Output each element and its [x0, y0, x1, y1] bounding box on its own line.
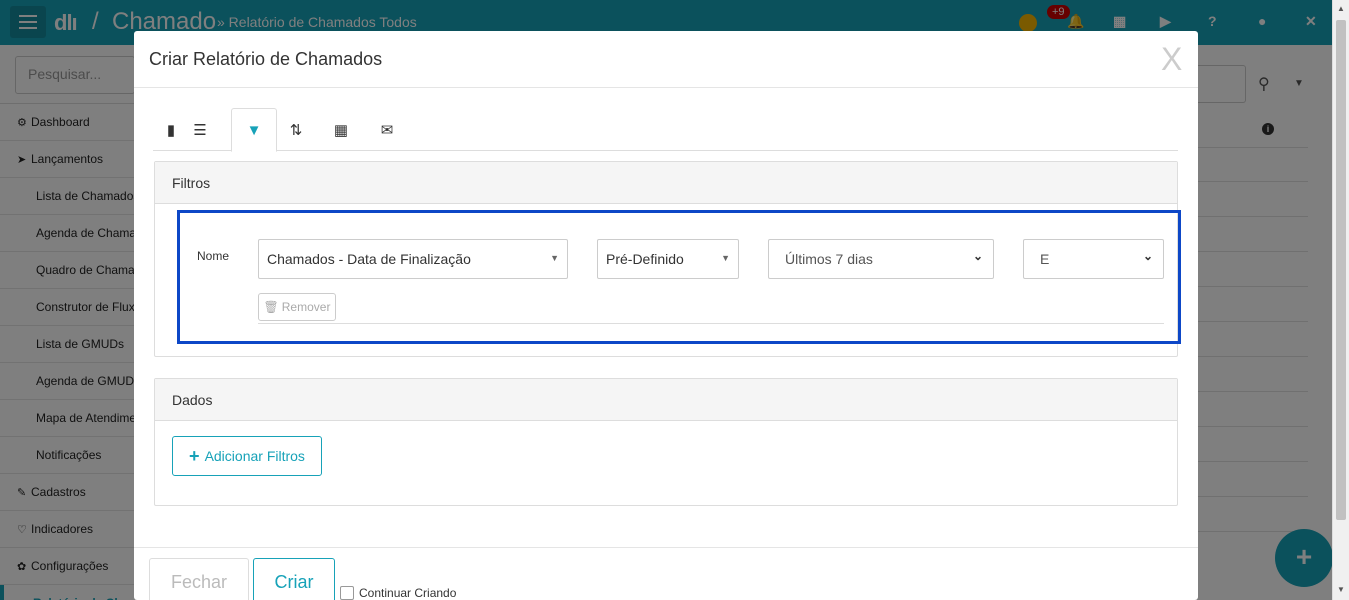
tab-filter[interactable]: ▼: [231, 108, 277, 152]
remove-filter-label: Remover: [281, 300, 331, 314]
filter-mode-select[interactable]: Pré-Definido ▼: [597, 239, 739, 279]
tab-envelope[interactable]: ✉: [369, 108, 405, 151]
create-button[interactable]: Criar: [253, 558, 335, 600]
close-icon[interactable]: X: [1161, 41, 1182, 78]
add-filters-button[interactable]: + Adicionar Filtros: [172, 436, 322, 476]
filter-period-select[interactable]: Últimos 7 dias ⌄: [768, 239, 994, 279]
book-icon: ▮: [166, 121, 176, 139]
filter-period-value: Últimos 7 dias: [785, 251, 873, 267]
continue-creating-checkbox[interactable]: [340, 586, 354, 600]
data-panel: Dados + Adicionar Filtros: [154, 378, 1178, 506]
chevron-down-icon: ⌄: [972, 249, 983, 263]
continue-creating-label: Continuar Criando: [359, 586, 457, 600]
filters-panel-title: Filtros: [155, 162, 1177, 204]
tab-list[interactable]: ☰: [182, 108, 218, 151]
add-filters-label: Adicionar Filtros: [204, 448, 305, 464]
filter-logic-value: E: [1040, 251, 1050, 267]
divider: [258, 323, 1164, 324]
calendar-icon: ▦: [333, 121, 349, 139]
sort-icon: ⇅: [289, 121, 303, 139]
filter-icon: ▼: [246, 121, 262, 139]
caret-down-icon: ▼: [721, 253, 730, 263]
close-button[interactable]: Fechar: [149, 558, 249, 600]
filters-panel: Filtros Nome Chamados - Data de Finaliza…: [154, 161, 1181, 357]
continue-creating-option[interactable]: Continuar Criando: [340, 586, 456, 600]
envelope-icon: ✉: [380, 121, 394, 139]
chevron-down-icon: ⌄: [1142, 249, 1153, 263]
scroll-down-icon[interactable]: ▼: [1337, 585, 1345, 594]
tab-sort[interactable]: ⇅: [278, 108, 314, 151]
report-tabs: ▮ ☰ ▼ ⇅ ▦ ✉: [153, 108, 1178, 152]
modal-header: Criar Relatório de Chamados X: [134, 31, 1198, 88]
page-scrollbar[interactable]: ▲ ▼: [1332, 0, 1349, 600]
caret-down-icon: ▼: [550, 253, 559, 263]
filter-field-value: Chamados - Data de Finalização: [267, 251, 471, 267]
filter-mode-value: Pré-Definido: [606, 251, 684, 267]
filter-logic-select[interactable]: E ⌄: [1023, 239, 1164, 279]
filter-name-label: Nome: [197, 249, 230, 263]
filter-row-highlight: Nome Chamados - Data de Finalização ▼ Pr…: [177, 210, 1181, 344]
list-icon: ☰: [193, 121, 207, 139]
trash-icon: 🗑: [263, 300, 279, 314]
create-report-modal: Criar Relatório de Chamados X ▮ ☰ ▼ ⇅ ▦ ✉ Fil…: [134, 31, 1198, 600]
modal-footer: Fechar Criar Continuar Criando: [134, 547, 1198, 600]
plus-icon: +: [189, 445, 200, 466]
filter-field-select[interactable]: Chamados - Data de Finalização ▼: [258, 239, 568, 279]
scroll-up-icon[interactable]: ▲: [1337, 4, 1345, 13]
remove-filter-button[interactable]: 🗑 Remover: [258, 293, 336, 321]
modal-title: Criar Relatório de Chamados: [149, 49, 383, 69]
tab-calendar[interactable]: ▦: [323, 108, 359, 151]
data-panel-title: Dados: [155, 379, 1177, 421]
scrollbar-thumb[interactable]: [1336, 20, 1346, 520]
